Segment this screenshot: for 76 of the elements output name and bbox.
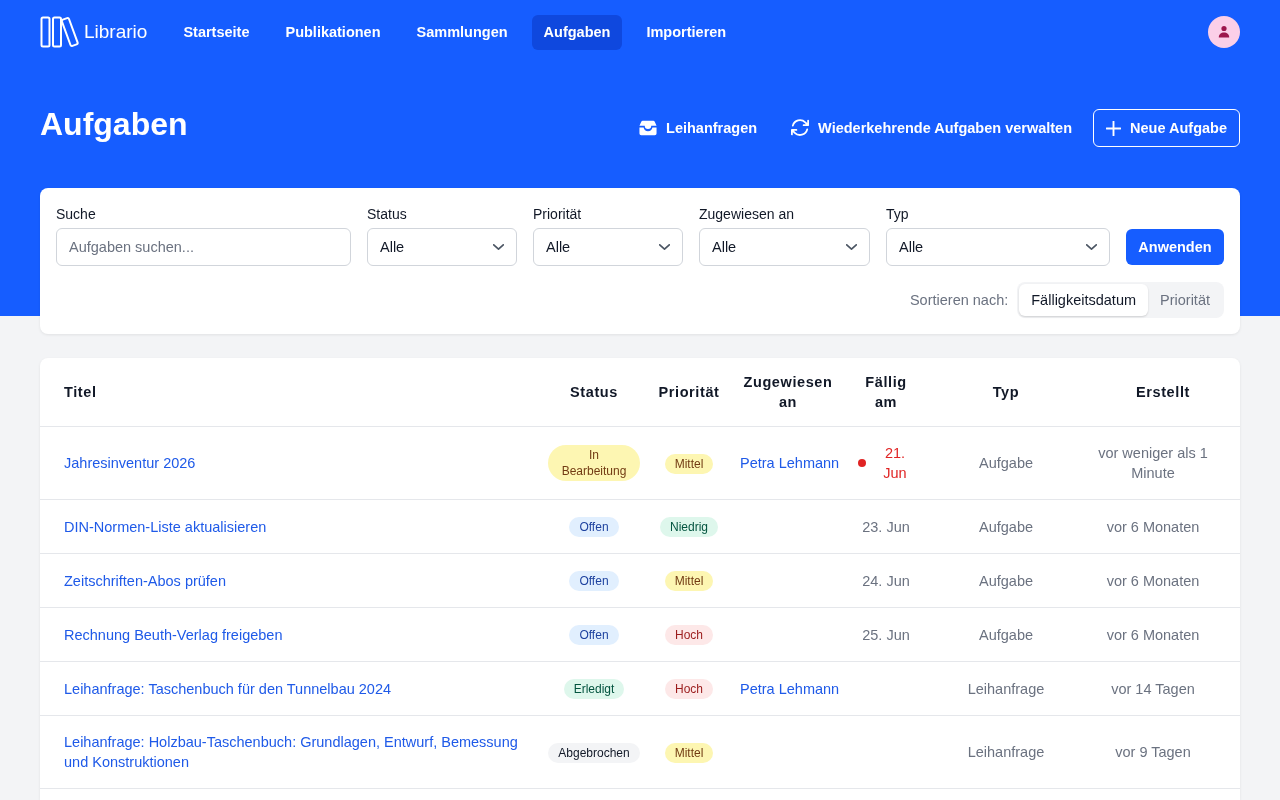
due-date: 25. Jun [862,625,910,645]
books-icon [40,16,80,48]
priority-badge: Mittel [664,453,714,474]
status-badge: Offen [569,517,619,537]
sort-option[interactable]: Fälligkeitsdatum [1019,284,1149,316]
sort-option[interactable]: Priorität [1148,284,1222,316]
select-field[interactable]: Alle [886,228,1110,266]
due-date: 23. Jun [862,517,910,537]
table-cell: vor weniger als 1 Minute [1086,426,1240,500]
field-label: Priorität [533,205,583,224]
field-label: Typ [886,205,910,224]
priority-badge: Hoch [665,625,713,645]
task-link[interactable]: Rechnung Beuth-Verlag freigeben [64,624,283,645]
status-badge: In Bearbeitung [548,445,640,481]
chevron-down-icon [493,244,504,250]
nav-link[interactable]: Sammlungen [404,14,520,50]
column-header: Typ [926,358,1086,427]
status-badge: Offen [569,571,619,591]
due-date: 24. Jun [862,571,910,591]
assignee-link[interactable]: Petra Lehmann [740,455,840,471]
table-cell: Aufgabe [926,607,1086,662]
table-cell: vor 6 Monaten [1086,607,1240,662]
select-field[interactable]: Alle [699,228,870,266]
home-logo-link[interactable]: Librario [40,16,148,48]
nav-link[interactable]: Startseite [171,14,262,50]
assignee-link[interactable]: Petra Lehmann [740,680,840,697]
table-cell: Aufgabe [926,426,1086,500]
select-field[interactable]: Alle [367,228,517,266]
chevron-down-icon [659,244,670,250]
avatar-icon[interactable] [1208,16,1240,48]
status-badge: Abgebrochen [548,742,640,763]
status-badge: Offen [569,625,619,645]
priority-badge: Niedrig [660,517,718,537]
field-label: Suche [56,205,97,224]
column-header: Zugewiesen an [730,358,846,427]
table-cell: Aufgabe [926,553,1086,608]
priority-badge: Hoch [665,679,713,699]
task-link[interactable]: Leihanfrage: Taschenbuch für den Tunnelbau 2024 [64,678,392,699]
nav-link[interactable]: Aufgaben [531,14,623,50]
header-link[interactable]: Leihanfragen [626,109,771,147]
new-task-button[interactable]: Neue Aufgabe [1093,109,1240,147]
table-cell: Aufgabe [926,499,1086,554]
column-header: Fällig am [846,358,926,427]
table-cell: vor 6 Monaten [1086,553,1240,608]
field-label: Status [367,205,408,224]
header-link[interactable]: Wiederkehrende Aufgaben verwalten [778,109,1086,147]
table-cell: vor 14 Tagen [1086,661,1240,716]
table-cell: Leihanfrage [926,715,1086,789]
task-link[interactable]: Jahresinventur 2026 [64,453,196,473]
task-link[interactable]: Zeitschriften-Abos prüfen [64,570,226,591]
status-badge: Erledigt [563,679,625,699]
inbox-icon [639,120,658,136]
task-link[interactable]: Leihanfrage: Holzbau-Taschenbuch: Grundlagen, Entwurf, Bemessung und Konstruktionen [64,732,530,772]
field-label: Zugewiesen an [699,205,795,224]
search-field[interactable]: Aufgaben suchen... [56,228,351,266]
priority-badge: Mittel [664,571,714,591]
nav-link[interactable]: Publikationen [273,14,393,50]
select-field[interactable]: Alle [533,228,683,266]
nav-link[interactable]: Importieren [634,14,739,50]
table-cell: vor 9 Tagen [1086,715,1240,789]
apply-button[interactable]: Anwenden [1126,229,1224,265]
table-cell: vor 6 Monaten [1086,499,1240,554]
priority-badge: Mittel [664,742,714,763]
task-link[interactable]: DIN-Normen-Liste aktualisieren [64,516,267,537]
table-cell: Leihanfrage [926,661,1086,716]
plus-icon [1106,120,1122,136]
page-title: Aufgaben [40,105,188,144]
chevron-down-icon [846,244,857,250]
chevron-down-icon [1086,244,1097,250]
refresh-icon [791,119,810,137]
column-header: Priorität [648,358,730,427]
sort-label: Sortieren nach: [909,292,1009,308]
column-header: Erstellt [1086,358,1240,427]
due-date: 21. Jun [882,444,908,483]
column-header: Titel [40,358,540,427]
column-header: Status [540,358,648,427]
